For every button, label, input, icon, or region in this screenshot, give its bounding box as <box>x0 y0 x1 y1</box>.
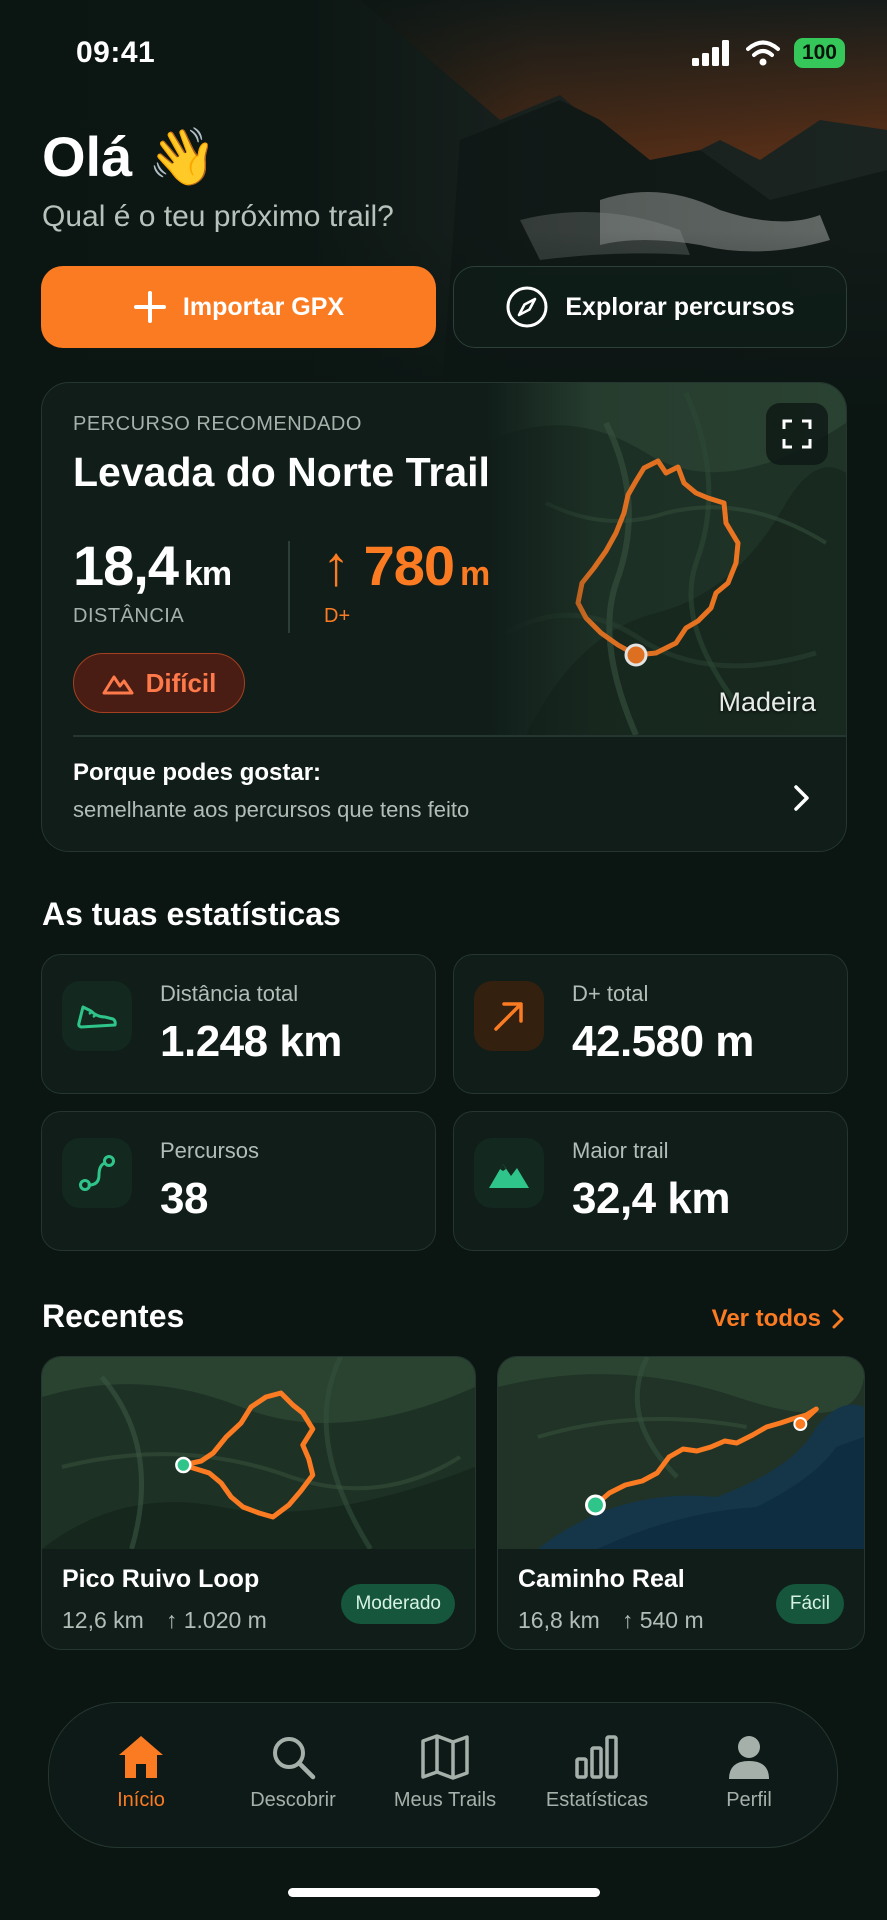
bottom-tab-bar: Início Descobrir Meus Trails Estatística… <box>48 1702 838 1848</box>
difficulty-badge: Difícil <box>73 653 245 713</box>
recommendation-reason-text: semelhante aos percursos que tens feito <box>73 797 470 822</box>
recommended-elevation: ↑ 780 m <box>322 533 490 598</box>
stat-card-longest-trail[interactable]: Maior trail 32,4 km <box>453 1111 848 1251</box>
stat-icon-box <box>62 1138 132 1208</box>
stat-value: 32,4 km <box>572 1174 730 1223</box>
status-icons: 100 <box>691 38 845 68</box>
elevation-unit: m <box>460 555 490 593</box>
tab-estatisticas[interactable]: Estatísticas <box>521 1733 673 1812</box>
chevron-right-icon <box>794 785 809 811</box>
compass-icon <box>506 286 548 328</box>
see-all-label: Ver todos <box>711 1305 821 1332</box>
recent-trail-card[interactable]: Pico Ruivo Loop 12,6 km ↑ 1.020 m Modera… <box>41 1356 476 1650</box>
import-gpx-label: Importar GPX <box>182 292 345 321</box>
route-icon <box>79 1155 115 1191</box>
map-place-label: Madeira <box>718 687 816 717</box>
difficulty-pill: Moderado <box>341 1584 455 1624</box>
recent-trail-name: Pico Ruivo Loop <box>62 1565 260 1593</box>
recommended-title: Levada do Norte Trail <box>73 449 490 495</box>
distance-unit: km <box>184 555 232 593</box>
recommendation-reason-title: Porque podes gostar: <box>73 759 322 786</box>
stat-icon-box <box>62 981 132 1051</box>
recommended-eyebrow: PERCURSO RECOMENDADO <box>73 413 362 435</box>
stat-value: 38 <box>160 1174 208 1223</box>
stat-label: Percursos <box>160 1138 260 1163</box>
difficulty-label: Difícil <box>145 667 217 698</box>
tab-label: Estatísticas <box>545 1789 649 1811</box>
tab-meus-trails[interactable]: Meus Trails <box>369 1733 521 1812</box>
tab-perfil[interactable]: Perfil <box>673 1733 825 1812</box>
recent-trail-map <box>498 1357 864 1549</box>
signal-icon <box>691 40 729 66</box>
distance-label: DISTÂNCIA <box>73 605 185 627</box>
distance-value: 18,4 <box>73 534 179 597</box>
tab-descobrir[interactable]: Descobrir <box>217 1733 369 1812</box>
tab-label: Descobrir <box>250 1789 336 1811</box>
stat-icon-box <box>474 1138 544 1208</box>
recent-trail-elevation: ↑ 540 m <box>621 1607 704 1633</box>
status-bar: 09:41 100 <box>0 0 887 110</box>
stat-label: Maior trail <box>572 1138 669 1163</box>
recent-trail-distance: 16,8 km <box>518 1607 600 1633</box>
explore-routes-label: Explorar percursos <box>565 292 795 321</box>
shoe-icon <box>77 1005 117 1029</box>
tab-label: Perfil <box>726 1789 772 1811</box>
greeting-title: Olá 👋 <box>42 125 218 188</box>
mountain-icon <box>489 1164 529 1188</box>
recent-trail-meta: 16,8 km ↑ 540 m <box>518 1607 704 1634</box>
home-indicator <box>288 1888 600 1897</box>
status-time: 09:41 <box>76 36 156 69</box>
tab-inicio[interactable]: Início <box>65 1733 217 1812</box>
recent-trail-distance: 12,6 km <box>62 1607 144 1633</box>
arrow-up-right-icon <box>494 1002 523 1031</box>
explore-routes-button[interactable]: Explorar percursos <box>453 266 847 348</box>
bar-chart-icon <box>575 1735 618 1779</box>
difficulty-pill: Fácil <box>775 1584 844 1624</box>
tab-label: Início <box>117 1789 165 1811</box>
recent-trail-meta: 12,6 km ↑ 1.020 m <box>62 1607 267 1634</box>
elevation-arrow-icon: ↑ <box>322 534 350 597</box>
battery-indicator: 100 <box>793 38 845 68</box>
import-gpx-button[interactable]: Importar GPX <box>41 266 436 348</box>
recent-trail-name: Caminho Real <box>518 1565 685 1593</box>
recommended-distance: 18,4 km <box>73 533 232 598</box>
wifi-icon <box>745 40 780 66</box>
tab-label: Meus Trails <box>393 1789 497 1811</box>
recent-trail-card[interactable]: Caminho Real 16,8 km ↑ 540 m Fácil <box>497 1356 865 1650</box>
greeting-subtitle: Qual é o teu próximo trail? <box>42 200 394 233</box>
chevron-right-icon <box>832 1309 844 1329</box>
stats-section-title: As tuas estatísticas <box>42 896 341 932</box>
stat-icon-box <box>474 981 544 1051</box>
expand-map-button[interactable] <box>766 403 828 465</box>
see-all-link[interactable]: Ver todos <box>712 1305 845 1333</box>
elevation-value: 780 <box>363 534 455 597</box>
stat-card-routes[interactable]: Percursos 38 <box>41 1111 436 1251</box>
card-divider <box>73 735 846 737</box>
recent-section-title: Recentes <box>42 1298 185 1334</box>
map-icon <box>421 1734 469 1780</box>
stat-divider <box>288 541 290 633</box>
stat-label: D+ total <box>572 981 649 1006</box>
search-icon <box>273 1737 316 1780</box>
home-icon <box>119 1736 163 1778</box>
plus-icon <box>133 291 166 323</box>
recommended-trail-card[interactable]: PERCURSO RECOMENDADO Levada do Norte Tra… <box>41 382 847 852</box>
stat-value: 1.248 km <box>160 1017 342 1066</box>
stat-card-total-elevation[interactable]: D+ total 42.580 m <box>453 954 848 1094</box>
recent-trail-elevation: ↑ 1.020 m <box>165 1607 267 1633</box>
mountain-icon <box>102 675 134 695</box>
stat-label: Distância total <box>160 981 299 1006</box>
user-icon <box>729 1736 769 1779</box>
stat-value: 42.580 m <box>572 1017 754 1066</box>
stat-card-total-distance[interactable]: Distância total 1.248 km <box>41 954 436 1094</box>
elevation-label: D+ <box>324 605 351 627</box>
expand-icon <box>782 419 812 449</box>
recent-trail-map <box>42 1357 475 1549</box>
